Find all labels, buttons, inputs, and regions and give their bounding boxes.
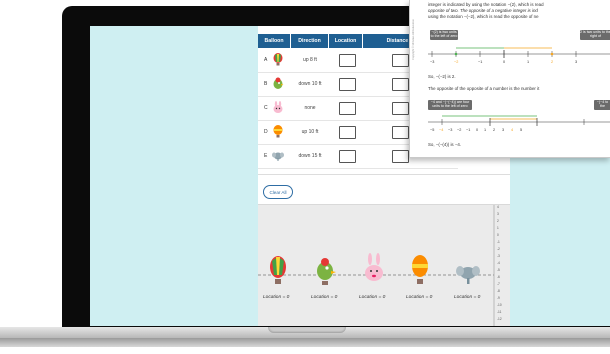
direction-text: down 10 ft	[298, 81, 322, 87]
doc-statement: The opposite of the opposite of a number…	[428, 86, 540, 91]
number-line-2-labels: −5 −4 −3 −2 −1 0 1 2 3 4 5	[430, 128, 610, 134]
tick-label: 5	[520, 128, 523, 132]
ruler-tick: -7	[497, 282, 500, 286]
doc-copyright: Copyright © McGraw-Hill Education	[412, 19, 415, 60]
balloon-label: E	[264, 153, 268, 159]
location-input[interactable]	[339, 126, 356, 139]
header-direction: Direction	[291, 34, 329, 48]
tick-label: 3	[502, 128, 505, 132]
location-label-d: Location = 0	[406, 295, 433, 300]
ruler-labels: 4 3 2 1 0 -1 -2 -3 -4 -5 -6 -7 -8 -9 -10…	[495, 205, 509, 325]
laptop-notch	[268, 327, 346, 333]
location-input[interactable]	[339, 150, 356, 163]
doc-line-1: integer is indicated by using the notati…	[428, 2, 544, 7]
tick-label: −1	[466, 128, 471, 132]
worksheet-document: integer is indicated by using the notati…	[409, 0, 610, 158]
doc-callout: −4 and −(−(−4)) are four units to the le…	[428, 100, 472, 110]
tick-label: −1	[478, 60, 483, 64]
scene-graphics	[258, 205, 495, 326]
ruler-tick: 4	[497, 205, 499, 209]
ruler-tick: -3	[497, 254, 500, 258]
ruler-tick: -10	[497, 303, 502, 307]
tick-label: −3	[430, 60, 435, 64]
distance-input[interactable]	[392, 54, 409, 67]
orange-balloon-icon	[273, 125, 283, 138]
distance-input[interactable]	[392, 78, 409, 91]
doc-result-2: So, −(−(4)) is −4.	[428, 142, 462, 147]
balloon-label: D	[264, 129, 268, 135]
distance-input[interactable]	[392, 102, 409, 115]
tick-label: 2	[551, 60, 554, 64]
clear-all-button[interactable]: Clear All	[263, 185, 293, 199]
tick-label: −5	[430, 128, 435, 132]
location-input[interactable]	[339, 102, 356, 115]
doc-line-3: using the notation −(−2), which is read …	[428, 14, 539, 19]
distance-input[interactable]	[392, 126, 409, 139]
ruler-tick: -9	[497, 296, 500, 300]
location-input[interactable]	[339, 54, 356, 67]
balloon-b[interactable]	[317, 258, 336, 285]
balloon-label: A	[264, 57, 268, 63]
location-label-c: Location = 0	[359, 295, 386, 300]
balloon-label: B	[264, 81, 268, 87]
hot-air-balloon-icon	[273, 53, 283, 66]
laptop-base-edge	[0, 338, 610, 347]
location-label-e: Location = 0	[454, 295, 481, 300]
divider	[258, 174, 510, 175]
doc-callout: 2 is two units to the right of	[580, 30, 610, 40]
ruler-tick: 2	[497, 219, 499, 223]
distance-input[interactable]	[392, 150, 409, 163]
header-location: Location	[329, 34, 363, 48]
ruler-tick: -8	[497, 289, 500, 293]
direction-text: up 8 ft	[303, 57, 317, 63]
ruler-tick: -6	[497, 275, 500, 279]
tick-label: −4	[439, 128, 444, 132]
tick-label: −2	[454, 60, 459, 64]
direction-text: down 15 ft	[298, 153, 322, 159]
ruler-tick: -5	[497, 268, 500, 272]
header-balloon: Balloon	[258, 34, 291, 48]
tick-label: −3	[448, 128, 453, 132]
balloon-e[interactable]	[456, 266, 480, 284]
balloon-scene: Location = 0 Location = 0 Location = 0 L…	[258, 204, 510, 326]
ruler-tick: 3	[497, 212, 499, 216]
balloon-a[interactable]	[270, 256, 286, 284]
balloon-label: C	[264, 105, 268, 111]
balloon-c[interactable]	[365, 253, 383, 281]
ruler-tick: -1	[497, 240, 500, 244]
rabbit-balloon-icon	[273, 101, 283, 113]
doc-result-1: So, −(−2) is 2.	[428, 74, 456, 79]
tick-label: 0	[476, 128, 479, 132]
number-line-1-labels: −3 −2 −1 0 1 2 3	[428, 60, 608, 66]
doc-callout: −(−4 to the	[594, 100, 610, 110]
elephant-balloon-icon	[272, 152, 284, 161]
tick-label: −2	[457, 128, 462, 132]
ruler-tick: -12	[497, 317, 502, 321]
doc-callout: −(2) is two units to the left of zero	[430, 30, 458, 40]
ruler-tick: -11	[497, 310, 502, 314]
tick-label: 3	[575, 60, 578, 64]
direction-text: up 10 ft	[301, 129, 319, 135]
location-label-b: Location = 0	[311, 295, 338, 300]
tick-label: 2	[493, 128, 496, 132]
doc-line-2: opposite of two. The opposite of a negat…	[428, 8, 538, 13]
tick-label: 1	[527, 60, 530, 64]
ruler-tick: 1	[497, 226, 499, 230]
ruler-tick: -4	[497, 261, 500, 265]
direction-text: none	[304, 105, 316, 111]
location-label-a: Location = 0	[263, 295, 290, 300]
bird-balloon-icon	[273, 77, 284, 89]
tick-label: 1	[484, 128, 487, 132]
location-input[interactable]	[339, 78, 356, 91]
tick-label: 0	[503, 60, 506, 64]
balloon-d[interactable]	[412, 255, 428, 284]
tick-label: 4	[511, 128, 514, 132]
ruler-tick: 0	[497, 233, 499, 237]
ruler-tick: -2	[497, 247, 500, 251]
